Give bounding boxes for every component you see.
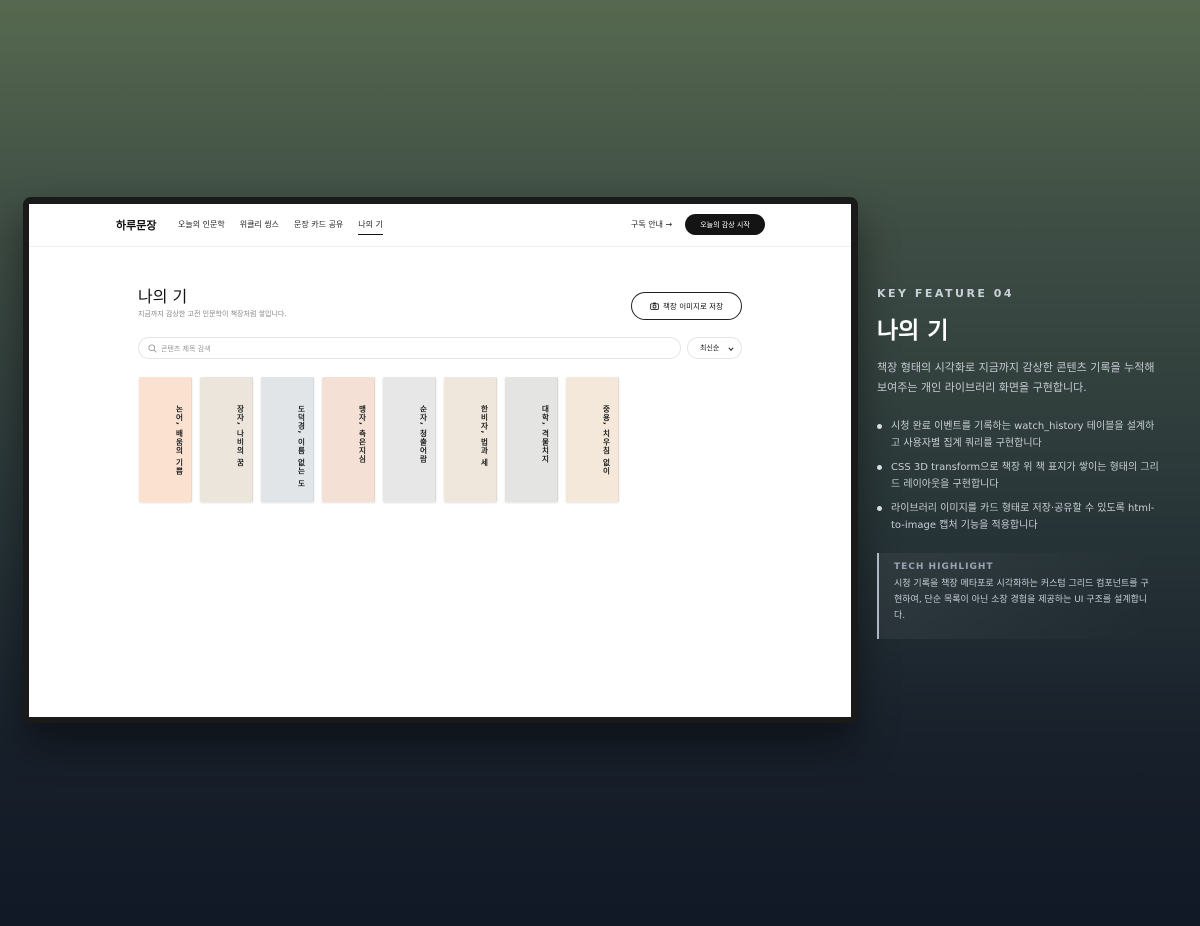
book-title: 맹자, 측은지심 — [358, 405, 367, 464]
book[interactable]: 한비자, 법과 세 — [444, 377, 497, 502]
book-title: 도덕경, 이름 없는 도 — [297, 405, 306, 488]
book[interactable]: 논어, 배움의 기쁨 — [139, 377, 192, 502]
camera-icon — [650, 302, 659, 310]
book-title: 대학, 격물치지 — [541, 405, 550, 464]
book-title: 장자, 나비의 꿈 — [236, 405, 245, 468]
nav-link-card-share[interactable]: 문장 카드 공유 — [294, 219, 343, 235]
book-title: 논어, 배움의 기쁨 — [175, 405, 184, 476]
search-icon — [148, 344, 157, 353]
save-image-label: 책장 이미지로 저장 — [663, 301, 723, 311]
feature-bullets: 시청 완료 이벤트를 기록하는 watch_history 테이블을 설계하고 … — [877, 419, 1162, 542]
chevron-down-icon — [728, 347, 734, 351]
feature-title: 나의 기 — [877, 318, 949, 344]
sort-value: 최신순 — [700, 344, 720, 352]
app-screen: 하루문장 오늘의 인문학 위클리 씽스 문장 카드 공유 나의 기 구독 안내 … — [29, 204, 851, 717]
tech-highlight-text: 시청 기록을 책장 메타포로 시각화하는 커스텀 그리드 컴포넌트를 구현하여,… — [894, 579, 1149, 621]
nav-link-humanities[interactable]: 오늘의 인문학 — [178, 219, 225, 235]
logo[interactable]: 하루문장 — [116, 217, 156, 233]
book-title: 순자, 청출어람 — [419, 405, 428, 464]
book[interactable]: 중용, 치우침 없이 — [566, 377, 619, 502]
book-title: 한비자, 법과 세 — [480, 405, 489, 468]
sort-select[interactable]: 최신순 — [687, 337, 742, 359]
nav-link-my-library[interactable]: 나의 기 — [358, 219, 383, 235]
book[interactable]: 장자, 나비의 꿈 — [200, 377, 253, 502]
feature-description: 책장 형태의 시각화로 지금까지 감상한 콘텐츠 기록을 누적해 보여주는 개인… — [877, 361, 1155, 394]
tech-highlight: TECH HIGHLIGHT 시청 기록을 책장 메타포로 시각화하는 커스텀 … — [877, 553, 1153, 639]
subscribe-link[interactable]: 구독 안내 → — [631, 219, 672, 230]
tech-highlight-label: TECH HIGHLIGHT — [894, 562, 994, 572]
bookshelf: 논어, 배움의 기쁨 장자, 나비의 꿈 도덕경, 이름 없는 도 맹자, 측은… — [139, 377, 619, 502]
search-box — [138, 337, 681, 359]
feature-bullet: CSS 3D transform으로 책장 위 책 표지가 쌓이는 형태의 그리… — [877, 460, 1162, 493]
feature-bullet: 라이브러리 이미지를 카드 형태로 저장·공유할 수 있도록 html-to-i… — [877, 501, 1162, 534]
start-button[interactable]: 오늘의 감상 시작 — [685, 214, 765, 235]
feature-bullet: 시청 완료 이벤트를 기록하는 watch_history 테이블을 설계하고 … — [877, 419, 1162, 452]
book[interactable]: 도덕경, 이름 없는 도 — [261, 377, 314, 502]
book[interactable]: 맹자, 측은지심 — [322, 377, 375, 502]
nav-links: 오늘의 인문학 위클리 씽스 문장 카드 공유 나의 기 — [178, 219, 398, 235]
page-title: 나의 기 — [138, 287, 188, 306]
page-subtitle: 지금까지 감상한 고전 인문학이 책장처럼 쌓입니다. — [138, 310, 287, 318]
book[interactable]: 순자, 청출어람 — [383, 377, 436, 502]
save-image-button[interactable]: 책장 이미지로 저장 — [631, 292, 742, 320]
book-title: 중용, 치우침 없이 — [602, 405, 611, 476]
top-nav: 하루문장 오늘의 인문학 위클리 씽스 문장 카드 공유 나의 기 구독 안내 … — [29, 204, 851, 247]
nav-link-weekly[interactable]: 위클리 씽스 — [240, 219, 279, 235]
book[interactable]: 대학, 격물치지 — [505, 377, 558, 502]
search-input[interactable] — [161, 341, 661, 356]
feature-label: KEY FEATURE 04 — [877, 287, 1015, 300]
